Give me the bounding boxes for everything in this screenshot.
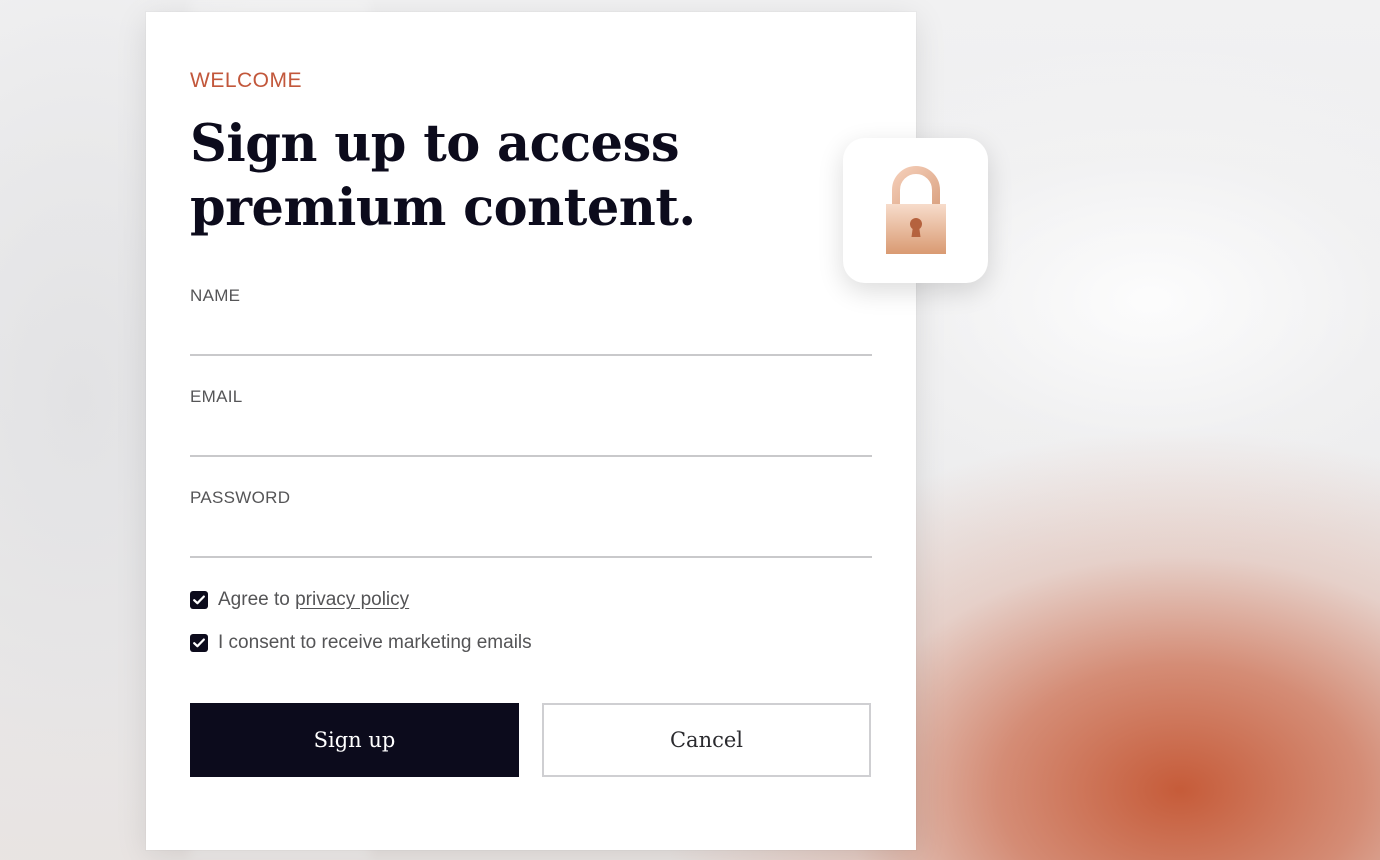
privacy-consent-label: Agree to privacy policy xyxy=(218,589,409,611)
privacy-checkbox[interactable] xyxy=(190,591,208,609)
padlock-icon xyxy=(885,165,946,254)
name-field: NAME xyxy=(190,286,872,366)
password-field: PASSWORD xyxy=(190,488,872,568)
email-field: EMAIL xyxy=(190,387,872,467)
cancel-button[interactable]: Cancel xyxy=(542,703,871,777)
marketing-checkbox[interactable] xyxy=(190,634,208,652)
marketing-consent-label: I consent to receive marketing emails xyxy=(218,632,532,653)
privacy-policy-link[interactable]: privacy policy xyxy=(295,589,409,610)
email-label: EMAIL xyxy=(190,387,243,406)
signup-button[interactable]: Sign up xyxy=(190,703,519,777)
page-title: Sign up to access premium content. xyxy=(190,112,830,240)
checkmark-icon xyxy=(193,638,205,648)
lock-badge xyxy=(843,138,988,283)
privacy-prefix: Agree to xyxy=(218,589,290,610)
name-label: NAME xyxy=(190,286,241,305)
password-label: PASSWORD xyxy=(190,488,291,507)
title-line-1: Sign up to access xyxy=(190,114,680,174)
checkmark-icon xyxy=(193,595,205,605)
password-input[interactable] xyxy=(190,524,872,558)
title-line-2: premium content. xyxy=(190,178,696,238)
name-input[interactable] xyxy=(190,322,872,356)
signup-card: WELCOME Sign up to access premium conten… xyxy=(146,12,916,850)
privacy-consent-row: Agree to privacy policy xyxy=(190,589,409,611)
welcome-eyebrow: WELCOME xyxy=(190,69,303,92)
email-input[interactable] xyxy=(190,423,872,457)
marketing-consent-row: I consent to receive marketing emails xyxy=(190,632,532,654)
